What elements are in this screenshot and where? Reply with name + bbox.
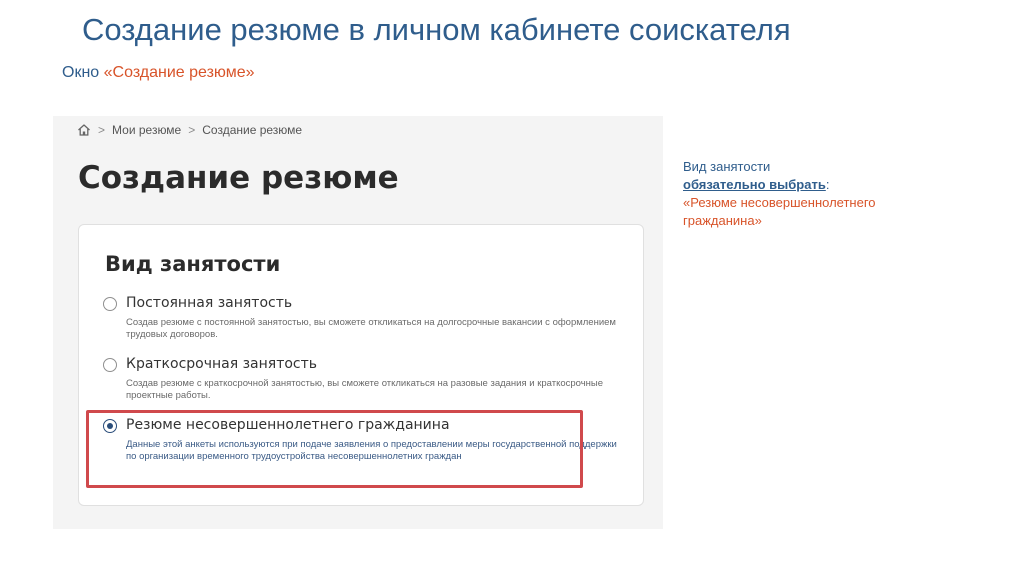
- slide-title: Создание резюме в личном кабинете соиска…: [82, 12, 791, 47]
- option-short-term-label: Краткосрочная занятость: [126, 356, 318, 372]
- breadcrumb-separator: >: [98, 123, 106, 137]
- home-icon[interactable]: [77, 123, 91, 137]
- option-short-term[interactable]: Краткосрочная занятость Создав резюме с …: [103, 356, 623, 406]
- slide-subtitle: Окно «Создание резюме»: [62, 64, 255, 82]
- radio-permanent[interactable]: [103, 297, 117, 311]
- option-permanent-label: Постоянная занятость: [126, 295, 293, 311]
- subtitle-accent: «Создание резюме»: [103, 64, 255, 81]
- option-short-term-description: Создав резюме с краткосрочной занятостью…: [126, 378, 604, 401]
- option-permanent[interactable]: Постоянная занятость Создав резюме с пос…: [103, 295, 623, 345]
- subtitle-lead: Окно: [62, 64, 100, 81]
- note-line3: «Резюме несовершеннолетнего гражданина»: [683, 195, 876, 228]
- page-heading: Создание резюме: [78, 160, 399, 196]
- screenshot-panel: > Мои резюме > Создание резюме Создание …: [53, 116, 663, 529]
- option-permanent-description: Создав резюме с постоянной занятостью, в…: [126, 317, 616, 340]
- note-line1: Вид занятости: [683, 159, 771, 174]
- breadcrumb: > Мои резюме > Создание резюме: [77, 123, 302, 137]
- breadcrumb-current: Создание резюме: [202, 123, 303, 137]
- breadcrumb-separator: >: [188, 123, 196, 137]
- instruction-note: Вид занятости обязательно выбрать: «Резю…: [683, 158, 913, 230]
- radio-short-term[interactable]: [103, 358, 117, 372]
- breadcrumb-my-resumes[interactable]: Мои резюме: [112, 123, 181, 137]
- employment-type-title: Вид занятости: [105, 252, 281, 276]
- note-emphasis: обязательно выбрать: [683, 177, 826, 192]
- note-colon: :: [825, 177, 830, 192]
- note-line2: обязательно выбрать:: [683, 176, 913, 194]
- selection-highlight-box: [86, 410, 583, 488]
